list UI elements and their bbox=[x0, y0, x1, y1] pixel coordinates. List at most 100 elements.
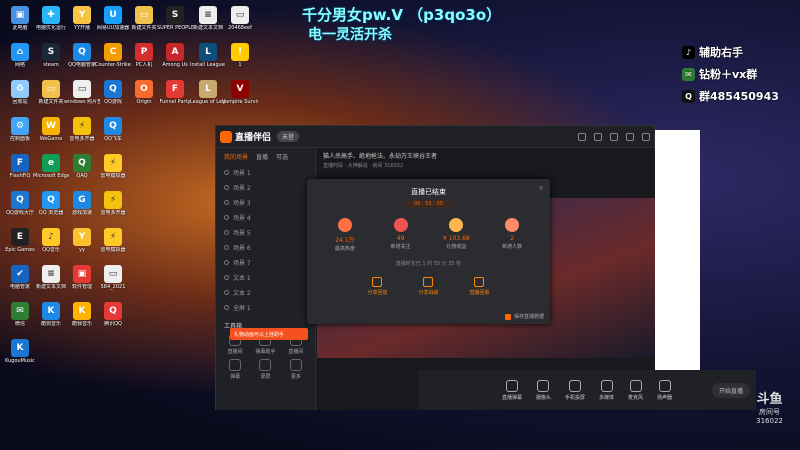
toolbar-button[interactable]: 麦克风 bbox=[628, 379, 643, 401]
desktop-icon[interactable]: ⚡ 雷电多开器 bbox=[95, 189, 131, 231]
promo-text-3: 群485450943 bbox=[699, 90, 779, 103]
tab-scenes[interactable]: 我的场景 bbox=[224, 152, 248, 161]
save-data-option[interactable]: 保存直播数据 bbox=[504, 313, 544, 320]
app-icon: O bbox=[135, 80, 153, 98]
desktop-icon[interactable]: LInstall League of ... bbox=[190, 41, 226, 83]
toolbox-item[interactable]: 录屏 bbox=[252, 359, 278, 380]
desktop-icon[interactable]: ⚡ 雷电模拟器 bbox=[95, 152, 131, 194]
app-icon: ⚙ bbox=[11, 117, 29, 135]
app-icon: ▭ bbox=[42, 80, 60, 98]
app-icon: Q bbox=[104, 80, 122, 98]
visibility-icon[interactable] bbox=[224, 245, 229, 250]
dialog-action-button[interactable]: 直播回看 bbox=[469, 277, 490, 296]
desktop-icon[interactable]: ≡ 新建文本文档 bbox=[190, 4, 226, 46]
visibility-icon[interactable] bbox=[224, 185, 229, 190]
desktop-icon[interactable]: ! 1 bbox=[222, 41, 258, 83]
app-icon: ▣ bbox=[73, 265, 91, 283]
app-icon: K bbox=[42, 302, 60, 320]
brand-sub: 房间号 bbox=[759, 408, 780, 416]
app-icon: Q bbox=[73, 154, 91, 172]
scene-item[interactable]: 文本 2 bbox=[216, 285, 315, 300]
scene-label: 场景 7 bbox=[233, 260, 251, 267]
toolbar-icon bbox=[600, 379, 613, 392]
window-titlebar: 直播伴侣 未登 bbox=[216, 126, 654, 148]
maximize-icon[interactable] bbox=[626, 132, 634, 141]
stat-item: 24.1万 最高热度 bbox=[325, 218, 365, 252]
desktop-icon[interactable]: F Funnel Party bbox=[157, 78, 193, 120]
app-icon: ▣ bbox=[11, 6, 29, 24]
desktop-icon[interactable]: ⚡ 雷电模拟器 bbox=[95, 226, 131, 268]
account-badge[interactable]: 未登 bbox=[277, 131, 300, 142]
close-icon[interactable]: × bbox=[538, 184, 544, 192]
brand-logo: 斗鱼 bbox=[756, 392, 783, 407]
scene-list: 场景 1 场景 2 场景 3 场景 4 场景 5 场景 6 场景 7 文本 1 文本 2 全屏 1 bbox=[216, 165, 315, 315]
dialog-action-button[interactable]: 分享回放 bbox=[367, 277, 388, 296]
desktop-icon-label: Vampire Survivors bbox=[222, 99, 258, 105]
toolbar-button[interactable]: 直播弹幕 bbox=[502, 379, 522, 401]
stream-title[interactable]: 猫人杀高手、绝地枪法、永劫万王峡谷王者 bbox=[323, 151, 649, 160]
visibility-icon[interactable] bbox=[224, 170, 229, 175]
desktop-icon[interactable]: ▭ 584_2021 bbox=[95, 263, 131, 305]
stat-label: 最高热度 bbox=[334, 246, 355, 252]
visibility-icon[interactable] bbox=[224, 215, 229, 220]
overlay-title: 千分男女pw.V （p3qo3o） bbox=[302, 6, 502, 24]
visibility-icon[interactable] bbox=[224, 290, 229, 295]
visibility-icon[interactable] bbox=[224, 305, 229, 310]
message-icon[interactable] bbox=[594, 132, 602, 141]
tip-banner[interactable]: 礼物动画可以上挂助手 bbox=[230, 328, 308, 340]
stat-icon bbox=[449, 218, 464, 232]
scene-item[interactable]: 场景 7 bbox=[216, 255, 315, 270]
stats-row: 24.1万 最高热度 49 新增关注 ¥ 103.68 礼物收益 2 新增人数 bbox=[307, 218, 550, 252]
stream-ended-dialog: × 直播已结束 00 : 55 : 35 24.1万 最高热度 49 新增关注 ¥ 10… bbox=[307, 179, 550, 324]
stream-info-bar: 猫人杀高手、绝地枪法、永劫万王峡谷王者 直播时段 · 大神解说 · 房间 316… bbox=[317, 148, 655, 170]
scene-item[interactable]: 文本 1 bbox=[216, 270, 315, 285]
toolbox-item[interactable]: 弹幕 bbox=[222, 359, 248, 380]
close-icon[interactable] bbox=[642, 132, 650, 141]
toolbar-label: 扬声器 bbox=[657, 394, 673, 401]
minimize-icon[interactable] bbox=[610, 132, 618, 141]
stat-label: 礼物收益 bbox=[446, 244, 467, 250]
app-icon: F bbox=[11, 154, 29, 172]
toolbar-button[interactable]: 多媒体 bbox=[599, 379, 614, 401]
dialog-action-button[interactable]: 分享战绩 bbox=[418, 277, 439, 296]
desktop-icon[interactable]: Q 腾讯QQ bbox=[95, 300, 131, 342]
scene-item[interactable]: 场景 5 bbox=[216, 225, 315, 240]
visibility-icon[interactable] bbox=[224, 275, 229, 280]
dialog-action-label: 分享战绩 bbox=[418, 290, 439, 296]
scene-item[interactable]: 场景 4 bbox=[216, 210, 315, 225]
desktop-icon[interactable]: A Among Us bbox=[157, 41, 193, 83]
toolbar-button[interactable]: 摄像头 bbox=[535, 379, 551, 401]
tab-live[interactable]: 直播 bbox=[256, 152, 268, 161]
desktop-icon[interactable]: ▭ 20468eef bbox=[222, 4, 258, 46]
visibility-icon[interactable] bbox=[224, 260, 229, 265]
scene-label: 文本 1 bbox=[233, 275, 251, 282]
desktop-icon-label: Install League of ... bbox=[190, 62, 226, 68]
desktop-icon[interactable]: K KugouMusic bbox=[2, 337, 38, 379]
app-icon: ♻ bbox=[11, 80, 29, 98]
desktop-icon-label: Among Us bbox=[162, 62, 188, 68]
checkbox-icon[interactable] bbox=[504, 313, 511, 320]
scene-item[interactable]: 场景 1 bbox=[216, 165, 315, 180]
desktop-icon[interactable]: LLeague of Legends bbox=[190, 78, 226, 120]
toolbar-button[interactable]: 手机投屏 bbox=[565, 379, 585, 401]
visibility-icon[interactable] bbox=[224, 200, 229, 205]
scene-item[interactable]: 场景 2 bbox=[216, 180, 315, 195]
app-icon: V bbox=[231, 80, 249, 98]
settings-icon[interactable] bbox=[578, 132, 586, 141]
desktop-icon[interactable]: Q QQ飞车 bbox=[95, 115, 131, 157]
app-icon: ! bbox=[231, 43, 249, 61]
share-icon bbox=[372, 277, 383, 287]
scene-item[interactable]: 场景 3 bbox=[216, 195, 315, 210]
toolbar-label: 摄像头 bbox=[535, 394, 551, 401]
scene-item[interactable]: 全屏 1 bbox=[216, 300, 315, 315]
scene-item[interactable]: 场景 6 bbox=[216, 240, 315, 255]
app-icon: ▭ bbox=[135, 6, 153, 24]
start-live-button[interactable]: 开始直播 bbox=[711, 383, 750, 398]
desktop-icon[interactable]: VVampire Survivors bbox=[222, 78, 258, 120]
dialog-actions: 分享回放 分享战绩 直播回看 bbox=[307, 277, 550, 296]
desktop-icon[interactable]: SSUPER PEOPLE CBT bbox=[157, 4, 193, 46]
tab-optional[interactable]: 可选 bbox=[276, 152, 288, 161]
toolbox-item[interactable]: 更多 bbox=[283, 359, 309, 380]
toolbar-button[interactable]: 扬声器 bbox=[657, 379, 673, 401]
visibility-icon[interactable] bbox=[224, 230, 229, 235]
